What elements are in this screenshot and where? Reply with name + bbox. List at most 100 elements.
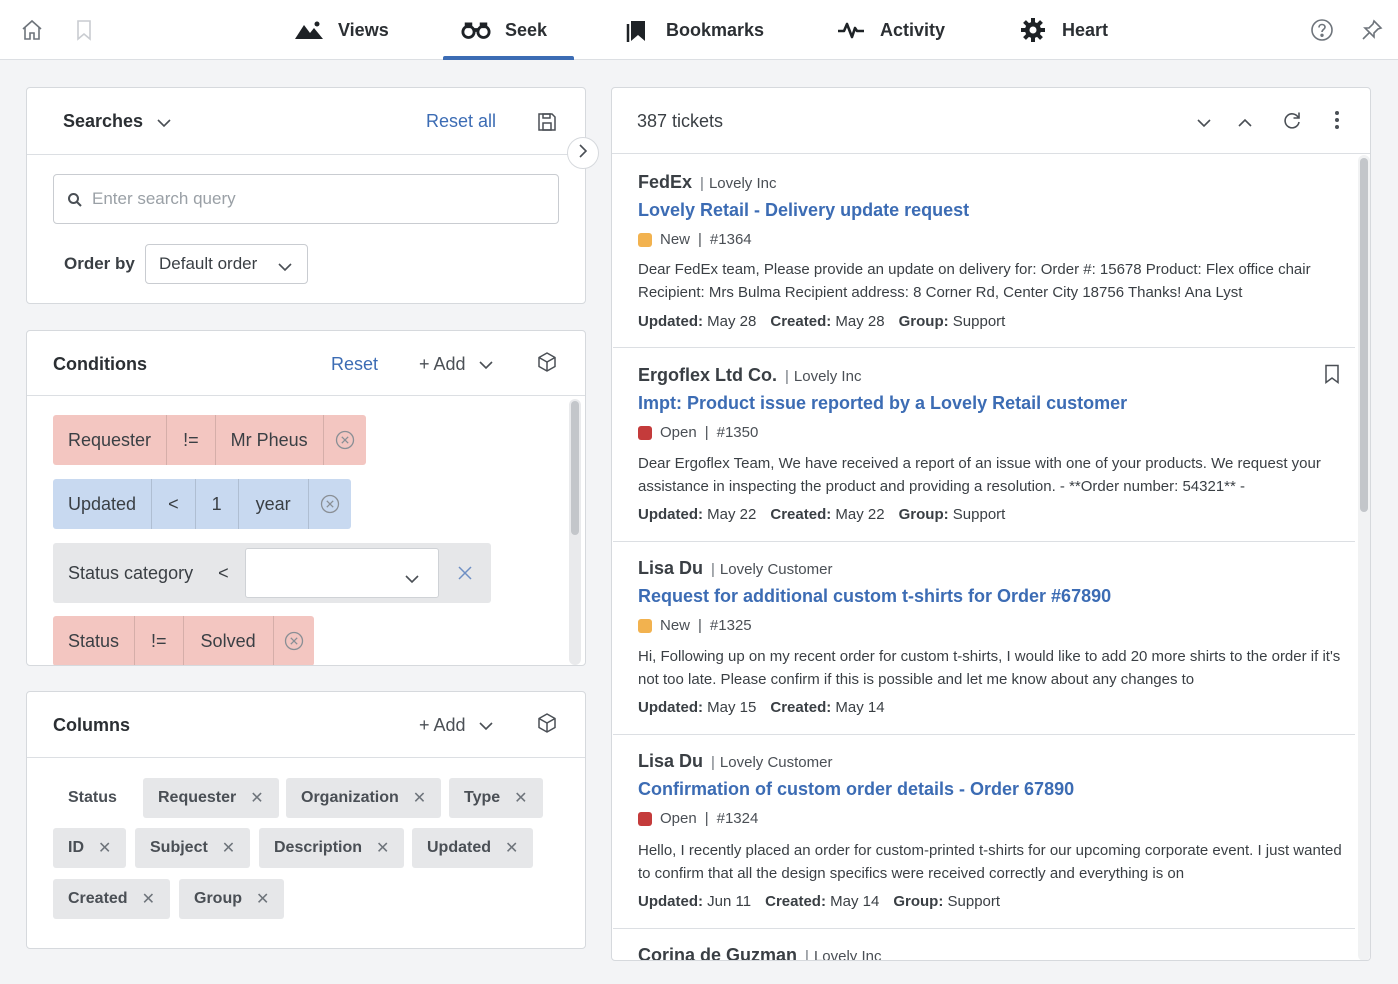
column-chip-label: ID [68,839,84,856]
column-chip[interactable]: Subject ✕ [135,828,251,868]
condition-field[interactable]: Status [53,616,136,665]
refresh-icon[interactable] [1282,110,1302,135]
condition-updated[interactable]: Updated < 1 year [53,479,351,529]
condition-value-select[interactable] [244,548,439,598]
ticket-title[interactable]: Impt: Product issue reported by a Lovely… [638,393,1127,414]
chevron-down-icon[interactable] [1196,115,1212,133]
column-chip[interactable]: Updated ✕ [412,828,534,868]
chevron-down-icon [404,568,420,589]
order-by-select[interactable]: Default order [145,244,308,284]
conditions-panel: Conditions Reset + Add Requester != Mr P… [26,330,586,666]
column-chip[interactable]: Type ✕ [449,778,543,818]
close-icon[interactable] [445,543,491,603]
column-chip[interactable]: Organization ✕ [286,778,442,818]
ticket-organization: Lovely Customer [719,754,833,771]
condition-unit[interactable]: year [239,479,309,529]
remove-column-icon[interactable]: ✕ [222,838,235,858]
help-icon[interactable] [1308,16,1336,44]
columns-panel: Columns + Add Status Requester ✕ Organiza… [26,691,586,949]
ticket-item[interactable]: Corina de Guzman | Lovely Inc [613,929,1355,960]
tickets-scroll-thumb[interactable] [1360,158,1368,512]
remove-column-icon[interactable]: ✕ [514,788,527,808]
tab-bookmarks[interactable]: Bookmarks [622,0,764,60]
condition-status[interactable]: Status != Solved [53,616,314,665]
condition-status-category[interactable]: Status category < [53,543,491,603]
condition-operator[interactable]: != [135,616,184,665]
ticket-title[interactable]: Confirmation of custom order details - O… [638,779,1074,800]
ticket-sender: Lisa Du | Lovely Customer [638,558,832,579]
column-chip[interactable]: Requester ✕ [143,778,279,818]
tab-heart[interactable]: Heart [1018,0,1108,60]
gear-icon [1018,18,1048,42]
ticket-item[interactable]: Lisa Du | Lovely Customer Request for addi… [613,542,1355,735]
column-chip[interactable]: Group ✕ [179,879,285,919]
conditions-scroll-thumb[interactable] [571,401,579,535]
bookmark-icon[interactable] [70,16,98,44]
condition-field[interactable]: Updated [53,479,153,529]
column-chip[interactable]: Created ✕ [53,879,170,919]
reset-all-button[interactable]: Reset all [426,111,496,132]
conditions-scrollbar[interactable] [569,399,581,665]
updated-value: May 28 [707,313,757,330]
search-input[interactable] [92,175,552,223]
save-icon[interactable] [537,112,557,137]
home-icon[interactable] [18,16,46,44]
condition-number[interactable]: 1 [196,479,239,529]
separator: | [698,617,702,634]
conditions-add-button[interactable]: + Add [419,354,494,375]
searches-header: Searches Reset all [27,88,585,155]
searches-title[interactable]: Searches [63,111,172,133]
column-chip-status: Status [68,789,117,806]
tab-views[interactable]: Views [294,0,389,60]
columns-add-button[interactable]: + Add [419,715,494,736]
search-icon [67,192,83,213]
separator: | [704,810,709,827]
status-label: Open [660,424,697,441]
remove-condition-icon[interactable] [324,415,366,465]
cube-icon[interactable] [536,712,558,739]
tickets-scrollbar[interactable] [1358,155,1370,960]
column-chip[interactable]: ID ✕ [53,828,127,868]
column-chip[interactable]: Description ✕ [259,828,405,868]
remove-column-icon[interactable]: ✕ [413,788,426,808]
ticket-title[interactable]: Lovely Retail - Delivery update request [638,200,969,221]
mountain-icon [294,18,324,42]
more-options-icon[interactable] [1334,110,1340,135]
conditions-title: Conditions [53,354,147,374]
condition-value[interactable]: Mr Pheus [216,415,324,465]
panel-toggle-button[interactable] [567,137,599,169]
group-label: Group: [893,893,944,910]
condition-requester[interactable]: Requester != Mr Pheus [53,415,366,465]
condition-value[interactable]: Solved [184,616,274,665]
remove-column-icon[interactable]: ✕ [250,788,263,808]
remove-column-icon[interactable]: ✕ [505,838,518,858]
remove-column-icon[interactable]: ✕ [98,838,111,858]
condition-operator[interactable]: < [152,479,196,529]
cube-icon[interactable] [536,351,558,378]
separator: | [711,561,715,578]
condition-operator[interactable]: != [167,415,216,465]
remove-column-icon[interactable]: ✕ [256,889,269,909]
remove-condition-icon[interactable] [309,479,351,529]
remove-column-icon[interactable]: ✕ [376,838,389,858]
condition-operator[interactable]: < [208,543,239,603]
ticket-item[interactable]: Lisa Du | Lovely Customer Confirmation of … [613,735,1355,929]
tickets-panel: 387 tickets FedEx | Lovely Inc Lovely Reta… [611,87,1371,961]
group-meta: Group: Support [899,506,1006,523]
condition-field[interactable]: Requester [53,415,168,465]
remove-column-icon[interactable]: ✕ [142,889,155,909]
ticket-item[interactable]: Ergoflex Ltd Co. | Lovely Inc Impt: Produc… [613,348,1355,542]
conditions-reset-button[interactable]: Reset [331,354,378,375]
ticket-item[interactable]: FedEx | Lovely Inc Lovely Retail - Deliver… [613,155,1355,348]
condition-field[interactable]: Status category [53,543,208,603]
bookmark-icon[interactable] [1324,364,1340,389]
search-field[interactable] [53,174,559,224]
tab-seek[interactable]: Seek [443,0,574,60]
pin-icon[interactable] [1358,16,1386,44]
status-dot [638,232,652,247]
tab-activity[interactable]: Activity [836,0,945,60]
ticket-title[interactable]: Request for additional custom t-shirts f… [638,586,1111,607]
chevron-up-icon[interactable] [1237,115,1253,133]
column-chip-label: Group [194,890,242,907]
remove-condition-icon[interactable] [274,616,314,665]
